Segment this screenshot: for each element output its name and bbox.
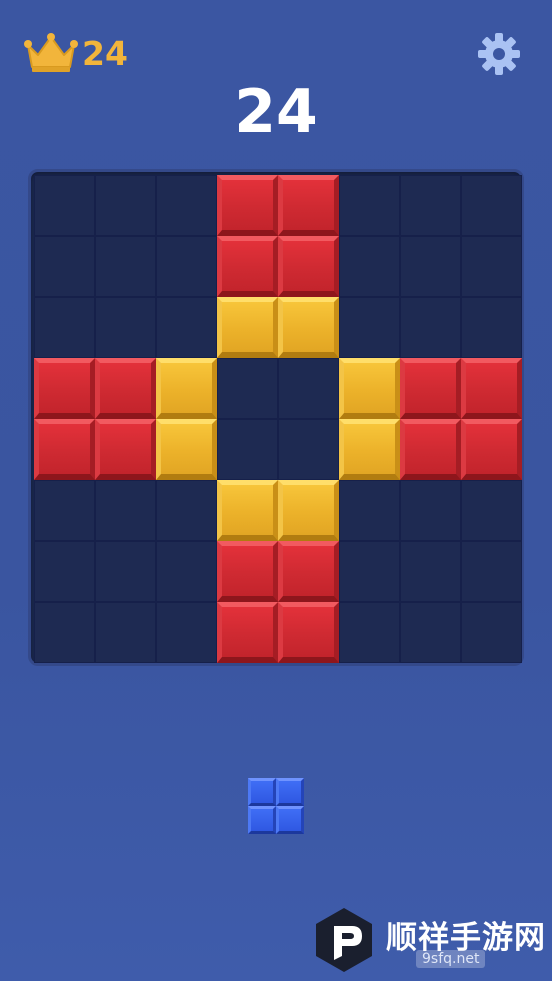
block-red[interactable] xyxy=(34,419,95,480)
board-cell-empty[interactable] xyxy=(34,602,95,663)
piece-block-blue[interactable] xyxy=(248,778,276,806)
best-score-value: 24 xyxy=(82,33,128,73)
board-cell-empty[interactable] xyxy=(95,602,156,663)
board-cell-empty[interactable] xyxy=(278,419,339,480)
board-cell-empty[interactable] xyxy=(95,541,156,602)
board-cell-empty[interactable] xyxy=(156,480,217,541)
board-cell-empty[interactable] xyxy=(95,297,156,358)
watermark-site: 9sfq.net xyxy=(416,950,486,968)
game-board[interactable] xyxy=(28,169,524,666)
board-cell-empty[interactable] xyxy=(156,236,217,297)
block-red[interactable] xyxy=(278,541,339,602)
block-red[interactable] xyxy=(95,358,156,419)
board-cell-empty[interactable] xyxy=(34,297,95,358)
next-piece-square[interactable] xyxy=(248,778,304,834)
board-cell-empty[interactable] xyxy=(95,236,156,297)
best-score-display: 24 xyxy=(24,30,128,76)
board-cell-empty[interactable] xyxy=(339,236,400,297)
board-cell-empty[interactable] xyxy=(34,541,95,602)
settings-button[interactable] xyxy=(476,31,522,77)
board-cell-empty[interactable] xyxy=(400,236,461,297)
board-cell-empty[interactable] xyxy=(34,480,95,541)
block-yellow[interactable] xyxy=(339,358,400,419)
board-cell-empty[interactable] xyxy=(217,358,278,419)
board-cell-empty[interactable] xyxy=(95,175,156,236)
crown-icon xyxy=(24,33,78,72)
block-yellow[interactable] xyxy=(339,419,400,480)
board-cell-empty[interactable] xyxy=(461,297,522,358)
block-red[interactable] xyxy=(278,602,339,663)
board-cell-empty[interactable] xyxy=(339,480,400,541)
board-cell-empty[interactable] xyxy=(339,602,400,663)
board-cell-empty[interactable] xyxy=(400,175,461,236)
block-yellow[interactable] xyxy=(217,480,278,541)
board-cell-empty[interactable] xyxy=(461,480,522,541)
board-cell-empty[interactable] xyxy=(461,541,522,602)
current-score: 24 xyxy=(234,77,318,147)
board-cell-empty[interactable] xyxy=(156,297,217,358)
board-cell-empty[interactable] xyxy=(156,541,217,602)
board-cell-empty[interactable] xyxy=(34,175,95,236)
block-yellow[interactable] xyxy=(156,358,217,419)
block-red[interactable] xyxy=(217,175,278,236)
block-yellow[interactable] xyxy=(156,419,217,480)
board-cell-empty[interactable] xyxy=(461,236,522,297)
block-red[interactable] xyxy=(400,358,461,419)
board-cell-empty[interactable] xyxy=(156,175,217,236)
block-yellow[interactable] xyxy=(278,297,339,358)
board-cell-empty[interactable] xyxy=(156,602,217,663)
watermark-logo-icon xyxy=(316,908,372,972)
piece-block-blue[interactable] xyxy=(276,778,304,806)
board-cell-empty[interactable] xyxy=(339,175,400,236)
board-cell-empty[interactable] xyxy=(461,602,522,663)
block-red[interactable] xyxy=(217,602,278,663)
board-cell-empty[interactable] xyxy=(217,419,278,480)
block-red[interactable] xyxy=(461,419,522,480)
block-yellow[interactable] xyxy=(217,297,278,358)
block-red[interactable] xyxy=(278,236,339,297)
block-red[interactable] xyxy=(217,236,278,297)
block-red[interactable] xyxy=(461,358,522,419)
gear-icon xyxy=(478,33,520,75)
board-cell-empty[interactable] xyxy=(278,358,339,419)
watermark: 顺祥手游网 9sfq.net xyxy=(312,906,548,976)
board-cell-empty[interactable] xyxy=(400,480,461,541)
block-red[interactable] xyxy=(217,541,278,602)
board-cell-empty[interactable] xyxy=(400,602,461,663)
board-cell-empty[interactable] xyxy=(461,175,522,236)
board-cell-empty[interactable] xyxy=(400,541,461,602)
block-red[interactable] xyxy=(278,175,339,236)
board-cell-empty[interactable] xyxy=(339,541,400,602)
board-cell-empty[interactable] xyxy=(95,480,156,541)
piece-block-blue[interactable] xyxy=(276,806,304,834)
board-cell-empty[interactable] xyxy=(34,236,95,297)
piece-block-blue[interactable] xyxy=(248,806,276,834)
board-cell-empty[interactable] xyxy=(400,297,461,358)
board-cell-empty[interactable] xyxy=(339,297,400,358)
block-red[interactable] xyxy=(34,358,95,419)
block-red[interactable] xyxy=(400,419,461,480)
block-red[interactable] xyxy=(95,419,156,480)
block-yellow[interactable] xyxy=(278,480,339,541)
